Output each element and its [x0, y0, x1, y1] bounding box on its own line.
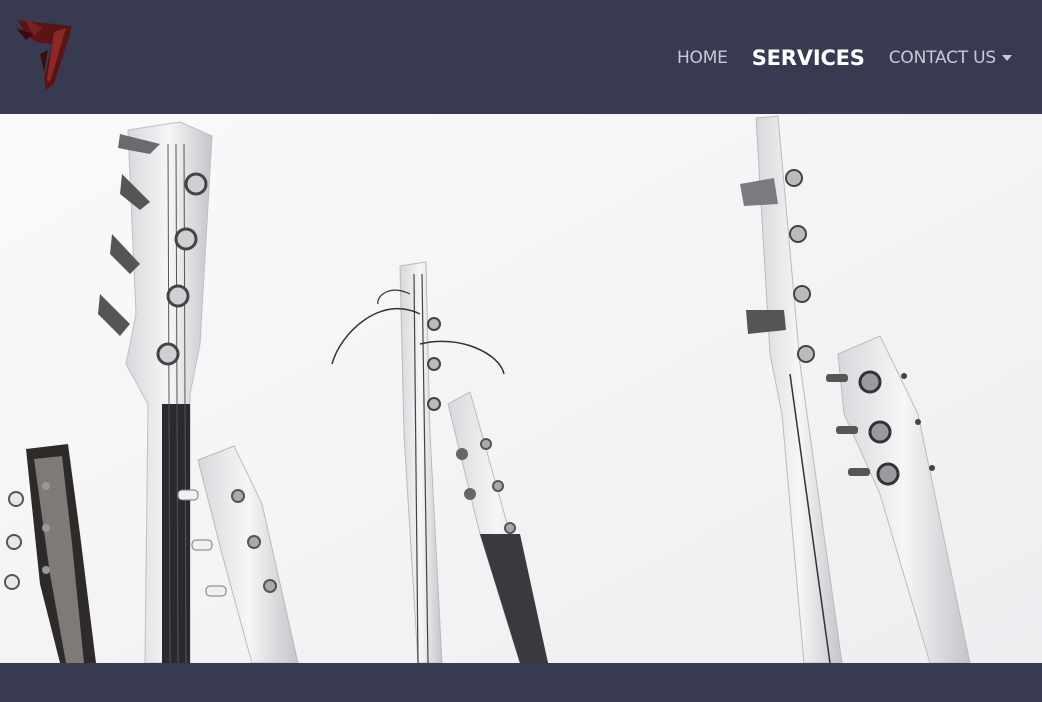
nav-home-link[interactable]: HOME [677, 48, 728, 68]
nav-contact-label: CONTACT US [888, 48, 996, 68]
hero-image [0, 114, 1042, 663]
nav-services-link[interactable]: SERVICES [752, 46, 865, 70]
footer-band [0, 663, 1042, 702]
main-nav: HOME SERVICES CONTACT US [653, 42, 1012, 74]
brand-logo-icon[interactable] [14, 14, 76, 94]
navbar: HOME SERVICES CONTACT US [0, 0, 1042, 114]
guitar-headstocks-image [0, 114, 1042, 663]
caret-down-icon [1002, 55, 1012, 61]
nav-contact-dropdown[interactable]: CONTACT US [889, 48, 1012, 68]
